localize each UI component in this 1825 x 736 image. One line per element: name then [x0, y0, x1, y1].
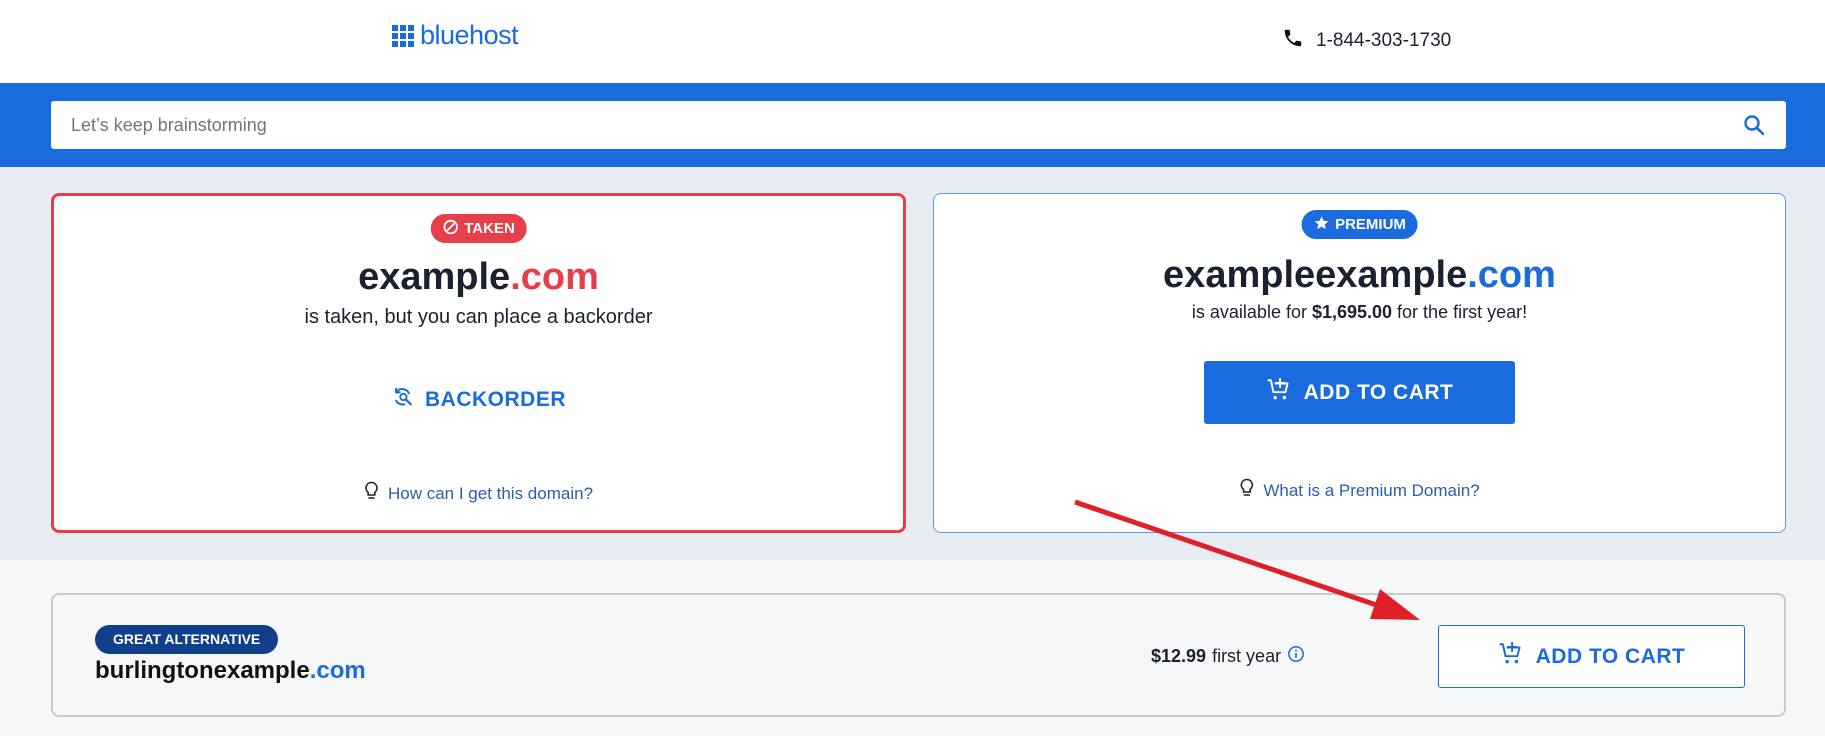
- premium-badge: PREMIUM: [1301, 210, 1418, 239]
- premium-add-to-cart-label: ADD TO CART: [1303, 380, 1454, 404]
- logo-text: bluehost: [420, 20, 519, 50]
- subtitle-suffix: for the first year!: [1392, 302, 1528, 322]
- alternative-price-value: $12.99: [1151, 646, 1207, 666]
- premium-subtitle: is available for $1,695.00 for the first…: [934, 302, 1785, 323]
- premium-help-link-label: What is a Premium Domain?: [1263, 480, 1480, 500]
- taken-badge: TAKEN: [430, 214, 527, 243]
- lightbulb-icon: [1239, 478, 1253, 503]
- bluehost-logo[interactable]: bluehost: [392, 20, 519, 51]
- alternative-price-suffix: first year: [1212, 646, 1282, 666]
- premium-domain-title: exampleexample.com: [934, 254, 1785, 297]
- phone-link[interactable]: 1-844-303-1730: [1282, 27, 1451, 55]
- taken-help-link[interactable]: How can I get this domain?: [364, 481, 593, 506]
- premium-help-link[interactable]: What is a Premium Domain?: [1239, 478, 1480, 503]
- grid-icon: [392, 24, 414, 47]
- phone-icon: [1282, 27, 1304, 55]
- premium-badge-label: PREMIUM: [1335, 216, 1406, 233]
- backorder-button[interactable]: BACKORDER: [391, 386, 566, 414]
- backorder-refresh-icon: [391, 386, 413, 414]
- taken-domain-title: example.com: [54, 256, 903, 299]
- great-alternative-badge: GREAT ALTERNATIVE: [95, 625, 279, 654]
- phone-number: 1-844-303-1730: [1316, 30, 1452, 51]
- results-band: TAKEN example.com is taken, but you can …: [0, 167, 1825, 560]
- star-icon: [1313, 215, 1329, 235]
- search-icon[interactable]: [1742, 113, 1766, 142]
- domain-name: exampleexample: [1163, 254, 1468, 296]
- search-box: [51, 101, 1786, 149]
- info-icon[interactable]: [1287, 645, 1305, 668]
- cart-plus-icon: [1498, 641, 1524, 673]
- backorder-label: BACKORDER: [425, 388, 566, 411]
- taken-subtitle: is taken, but you can place a backorder: [304, 306, 653, 328]
- ban-icon: [442, 219, 458, 239]
- premium-domain-card: PREMIUM exampleexample.com is available …: [933, 193, 1786, 533]
- search-band: [0, 83, 1825, 167]
- domain-name: example: [358, 256, 511, 298]
- taken-badge-label: TAKEN: [464, 220, 515, 237]
- domain-name: burlingtonexample: [95, 657, 310, 684]
- taken-help-link-label: How can I get this domain?: [387, 483, 594, 503]
- domain-tld: .com: [309, 657, 366, 684]
- alternative-add-to-cart-label: ADD TO CART: [1535, 644, 1686, 668]
- search-input[interactable]: [51, 101, 1786, 149]
- domain-tld: .com: [1467, 254, 1556, 296]
- alternative-price: $12.99 first year: [1151, 645, 1305, 668]
- lightbulb-icon: [364, 481, 378, 506]
- domain-tld: .com: [510, 256, 599, 298]
- premium-add-to-cart-button[interactable]: ADD TO CART: [1204, 361, 1515, 424]
- cart-plus-icon: [1266, 377, 1292, 409]
- site-header: bluehost 1-844-303-1730: [0, 0, 1825, 83]
- alternative-add-to-cart-button[interactable]: ADD TO CART: [1438, 625, 1745, 688]
- taken-domain-card: TAKEN example.com is taken, but you can …: [51, 193, 906, 533]
- alternative-domain-title: burlingtonexample.com: [95, 657, 366, 685]
- premium-price: $1,695.00: [1311, 302, 1393, 322]
- subtitle-prefix: is available for: [1191, 302, 1312, 322]
- alternative-domain-card: GREAT ALTERNATIVE burlingtonexample.com …: [51, 593, 1786, 717]
